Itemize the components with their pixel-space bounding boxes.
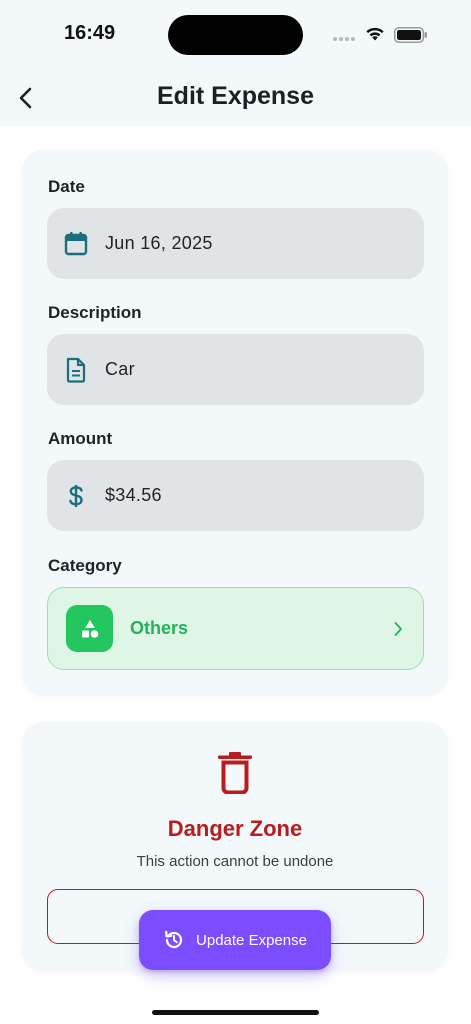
category-label: Category [48,556,122,575]
dynamic-island [168,15,303,55]
document-icon [66,357,86,383]
category-value: Others [130,618,189,638]
dollar-icon [69,484,83,507]
danger-zone-title: Danger Zone [167,816,303,841]
cellular-dots-icon [333,37,355,41]
header-area: 16:49 Edit Expense [0,0,471,126]
category-selector[interactable]: Others [47,587,424,670]
update-expense-label: Update Expense [196,931,307,949]
update-expense-button[interactable]: Update Expense [139,910,331,970]
description-value: Car [105,359,135,379]
date-field[interactable]: Jun 16, 2025 [47,208,424,279]
calendar-icon [64,231,88,255]
shapes-icon [81,619,98,638]
status-time: 16:49 [64,22,116,44]
category-icon-badge [66,605,113,652]
expense-form-card: Date Jun 16, 2025 Description Car Amount [22,150,448,696]
trash-icon [218,752,252,794]
date-value: Jun 16, 2025 [105,233,213,253]
date-label: Date [48,177,85,196]
nav-bar: Edit Expense [0,70,471,126]
wifi-icon [366,27,384,41]
page-title: Edit Expense [157,82,314,110]
amount-label: Amount [48,429,113,448]
description-label: Description [48,303,142,322]
description-field[interactable]: Car [47,334,424,405]
status-bar: 16:49 [0,0,471,70]
chevron-right-icon [394,621,402,636]
amount-value: $34.56 [105,485,162,505]
amount-field[interactable]: $34.56 [47,460,424,531]
refresh-icon [165,930,183,949]
danger-zone-subtitle: This action cannot be undone [136,853,334,870]
battery-icon [394,27,427,43]
home-indicator [152,1010,319,1015]
